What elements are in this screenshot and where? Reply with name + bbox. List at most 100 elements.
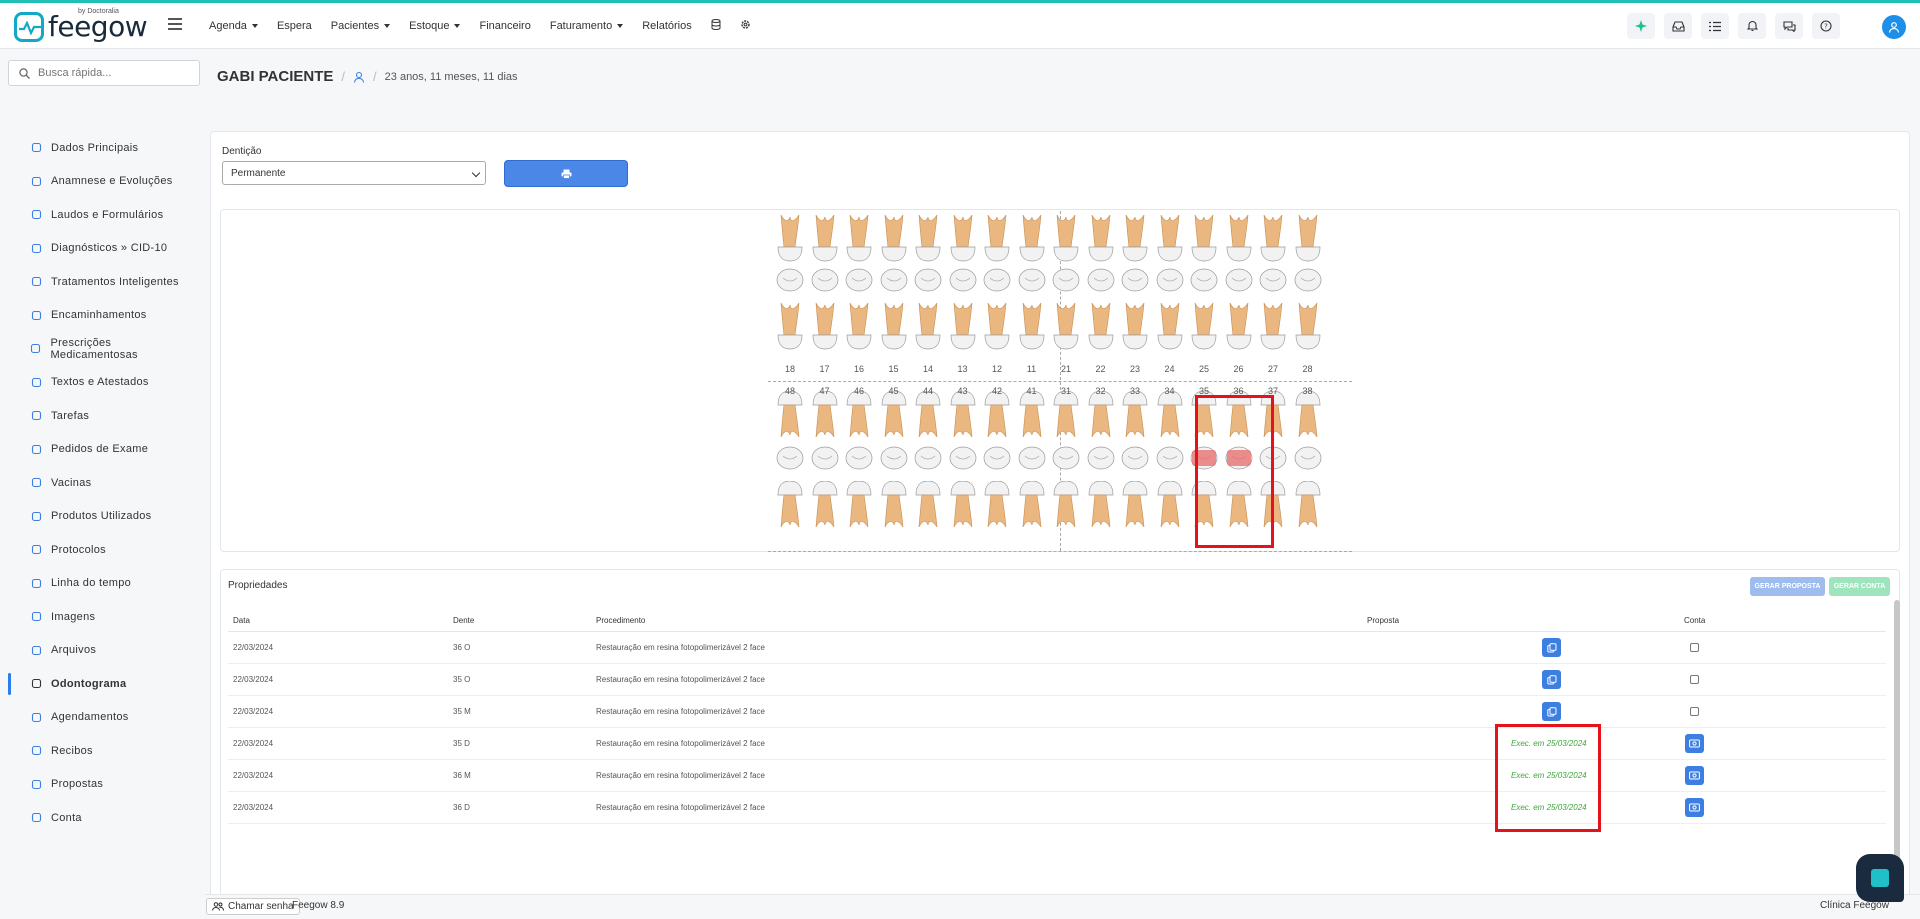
tooth-image[interactable] [808, 301, 842, 351]
sidebar-item-protocolos[interactable]: Protocolos [0, 533, 195, 567]
tooth-image[interactable] [980, 391, 1014, 441]
nav-relatrios[interactable]: Relatórios [642, 20, 692, 32]
chamar-senha-button[interactable]: Chamar senha [206, 898, 300, 915]
tooth-image[interactable] [773, 446, 807, 470]
tooth-image[interactable] [1015, 446, 1049, 470]
sidebar-item-pedidos-de-exame[interactable]: Pedidos de Exame [0, 433, 195, 467]
tooth-image[interactable] [1118, 481, 1152, 531]
tooth-image[interactable] [1084, 213, 1118, 263]
tooth-image[interactable] [980, 268, 1014, 292]
tooth-image[interactable] [842, 213, 876, 263]
tooth-image[interactable] [1118, 391, 1152, 441]
user-avatar[interactable] [1882, 15, 1906, 39]
sidebar-item-prescric-o-es-medicamentosas[interactable]: Prescrições Medicamentosas [0, 332, 195, 366]
nav-espera[interactable]: Espera [277, 20, 312, 32]
nav-pacientes[interactable]: Pacientes [331, 20, 391, 32]
sidebar-item-laudos-e-formula-rios[interactable]: Laudos e Formulários [0, 198, 195, 232]
tooth-image[interactable] [842, 391, 876, 441]
tooth-image[interactable] [946, 391, 980, 441]
tooth-image[interactable] [1153, 391, 1187, 441]
tooth-image[interactable] [980, 446, 1014, 470]
sidebar-item-textos-e-atestados[interactable]: Textos e Atestados [0, 366, 195, 400]
tooth-image[interactable] [773, 268, 807, 292]
tooth-image[interactable] [808, 213, 842, 263]
tooth-image[interactable] [1222, 268, 1256, 292]
menu-toggle-icon[interactable] [168, 18, 182, 30]
sidebar-item-recibos[interactable]: Recibos [0, 734, 195, 768]
tooth-image[interactable] [1291, 481, 1325, 531]
tooth-image[interactable] [1291, 268, 1325, 292]
tooth-image[interactable] [808, 446, 842, 470]
sidebar-item-encaminhamentos[interactable]: Encaminhamentos [0, 299, 195, 333]
tooth-image[interactable] [1153, 268, 1187, 292]
tooth-image[interactable] [877, 268, 911, 292]
sidebar-item-diagno-sticos-cid-10[interactable]: Diagnósticos » CID-10 [0, 232, 195, 266]
sidebar-item-conta[interactable]: Conta [0, 801, 195, 835]
sidebar-item-tarefas[interactable]: Tarefas [0, 399, 195, 433]
tooth-image[interactable] [1153, 481, 1187, 531]
tooth-image[interactable] [1291, 446, 1325, 470]
money-icon[interactable] [1685, 734, 1704, 753]
tooth-image[interactable] [946, 268, 980, 292]
tooth-image[interactable] [1084, 301, 1118, 351]
sidebar-item-arquivos[interactable]: Arquivos [0, 634, 195, 668]
gerar-conta-button[interactable]: GERAR CONTA [1829, 577, 1890, 596]
star-icon[interactable] [1627, 13, 1655, 39]
tooth-image[interactable] [773, 481, 807, 531]
chat-widget-button[interactable] [1856, 854, 1904, 902]
tooth-image[interactable] [1084, 446, 1118, 470]
tooth-image[interactable] [1049, 446, 1083, 470]
tooth-image[interactable] [1049, 301, 1083, 351]
tooth-image[interactable] [911, 213, 945, 263]
tooth-image[interactable] [808, 391, 842, 441]
nav-financeiro[interactable]: Financeiro [479, 20, 530, 32]
tooth-image[interactable] [1049, 213, 1083, 263]
tooth-image[interactable] [1084, 268, 1118, 292]
money-icon[interactable] [1685, 766, 1704, 785]
tooth-image[interactable] [911, 268, 945, 292]
tooth-image[interactable] [877, 213, 911, 263]
conta-checkbox[interactable] [1690, 675, 1699, 684]
sidebar-item-imagens[interactable]: Imagens [0, 600, 195, 634]
tooth-image[interactable] [773, 391, 807, 441]
tooth-image[interactable] [1049, 481, 1083, 531]
tooth-image[interactable] [1187, 301, 1221, 351]
tooth-image[interactable] [1291, 301, 1325, 351]
tooth-image[interactable] [980, 213, 1014, 263]
user-icon[interactable] [353, 71, 365, 83]
tooth-image[interactable] [911, 481, 945, 531]
copy-icon[interactable] [1542, 638, 1561, 657]
tooth-image[interactable] [911, 446, 945, 470]
sidebar-item-tratamentos-inteligentes[interactable]: Tratamentos Inteligentes [0, 265, 195, 299]
tooth-image[interactable] [1153, 446, 1187, 470]
sidebar-item-linha-do-tempo[interactable]: Linha do tempo [0, 567, 195, 601]
tooth-image[interactable] [1015, 301, 1049, 351]
tooth-image[interactable] [842, 446, 876, 470]
copy-icon[interactable] [1542, 670, 1561, 689]
conta-checkbox[interactable] [1690, 643, 1699, 652]
tooth-image[interactable] [1049, 391, 1083, 441]
nav-agenda[interactable]: Agenda [209, 20, 258, 32]
tooth-image[interactable] [1256, 213, 1290, 263]
database-icon[interactable] [711, 19, 721, 33]
tooth-image[interactable] [1118, 213, 1152, 263]
feegow-logo[interactable]: feegow by Doctoralia [14, 8, 148, 43]
inbox-icon[interactable] [1664, 13, 1692, 39]
tooth-image[interactable] [1118, 301, 1152, 351]
tooth-image[interactable] [1118, 268, 1152, 292]
tooth-image[interactable] [773, 213, 807, 263]
tooth-image[interactable] [877, 301, 911, 351]
tooth-image[interactable] [842, 301, 876, 351]
tooth-image[interactable] [1291, 213, 1325, 263]
tooth-image[interactable] [1153, 301, 1187, 351]
tooth-image[interactable] [842, 268, 876, 292]
bell-icon[interactable] [1738, 13, 1766, 39]
sidebar-item-odontograma[interactable]: Odontograma [0, 667, 195, 701]
sidebar-item-produtos-utilizados[interactable]: Produtos Utilizados [0, 500, 195, 534]
tooth-image[interactable] [877, 481, 911, 531]
tooth-image[interactable] [1153, 213, 1187, 263]
tooth-image[interactable] [842, 481, 876, 531]
chat-icon[interactable] [1775, 13, 1803, 39]
tooth-image[interactable] [1084, 481, 1118, 531]
quick-search[interactable] [8, 60, 200, 86]
